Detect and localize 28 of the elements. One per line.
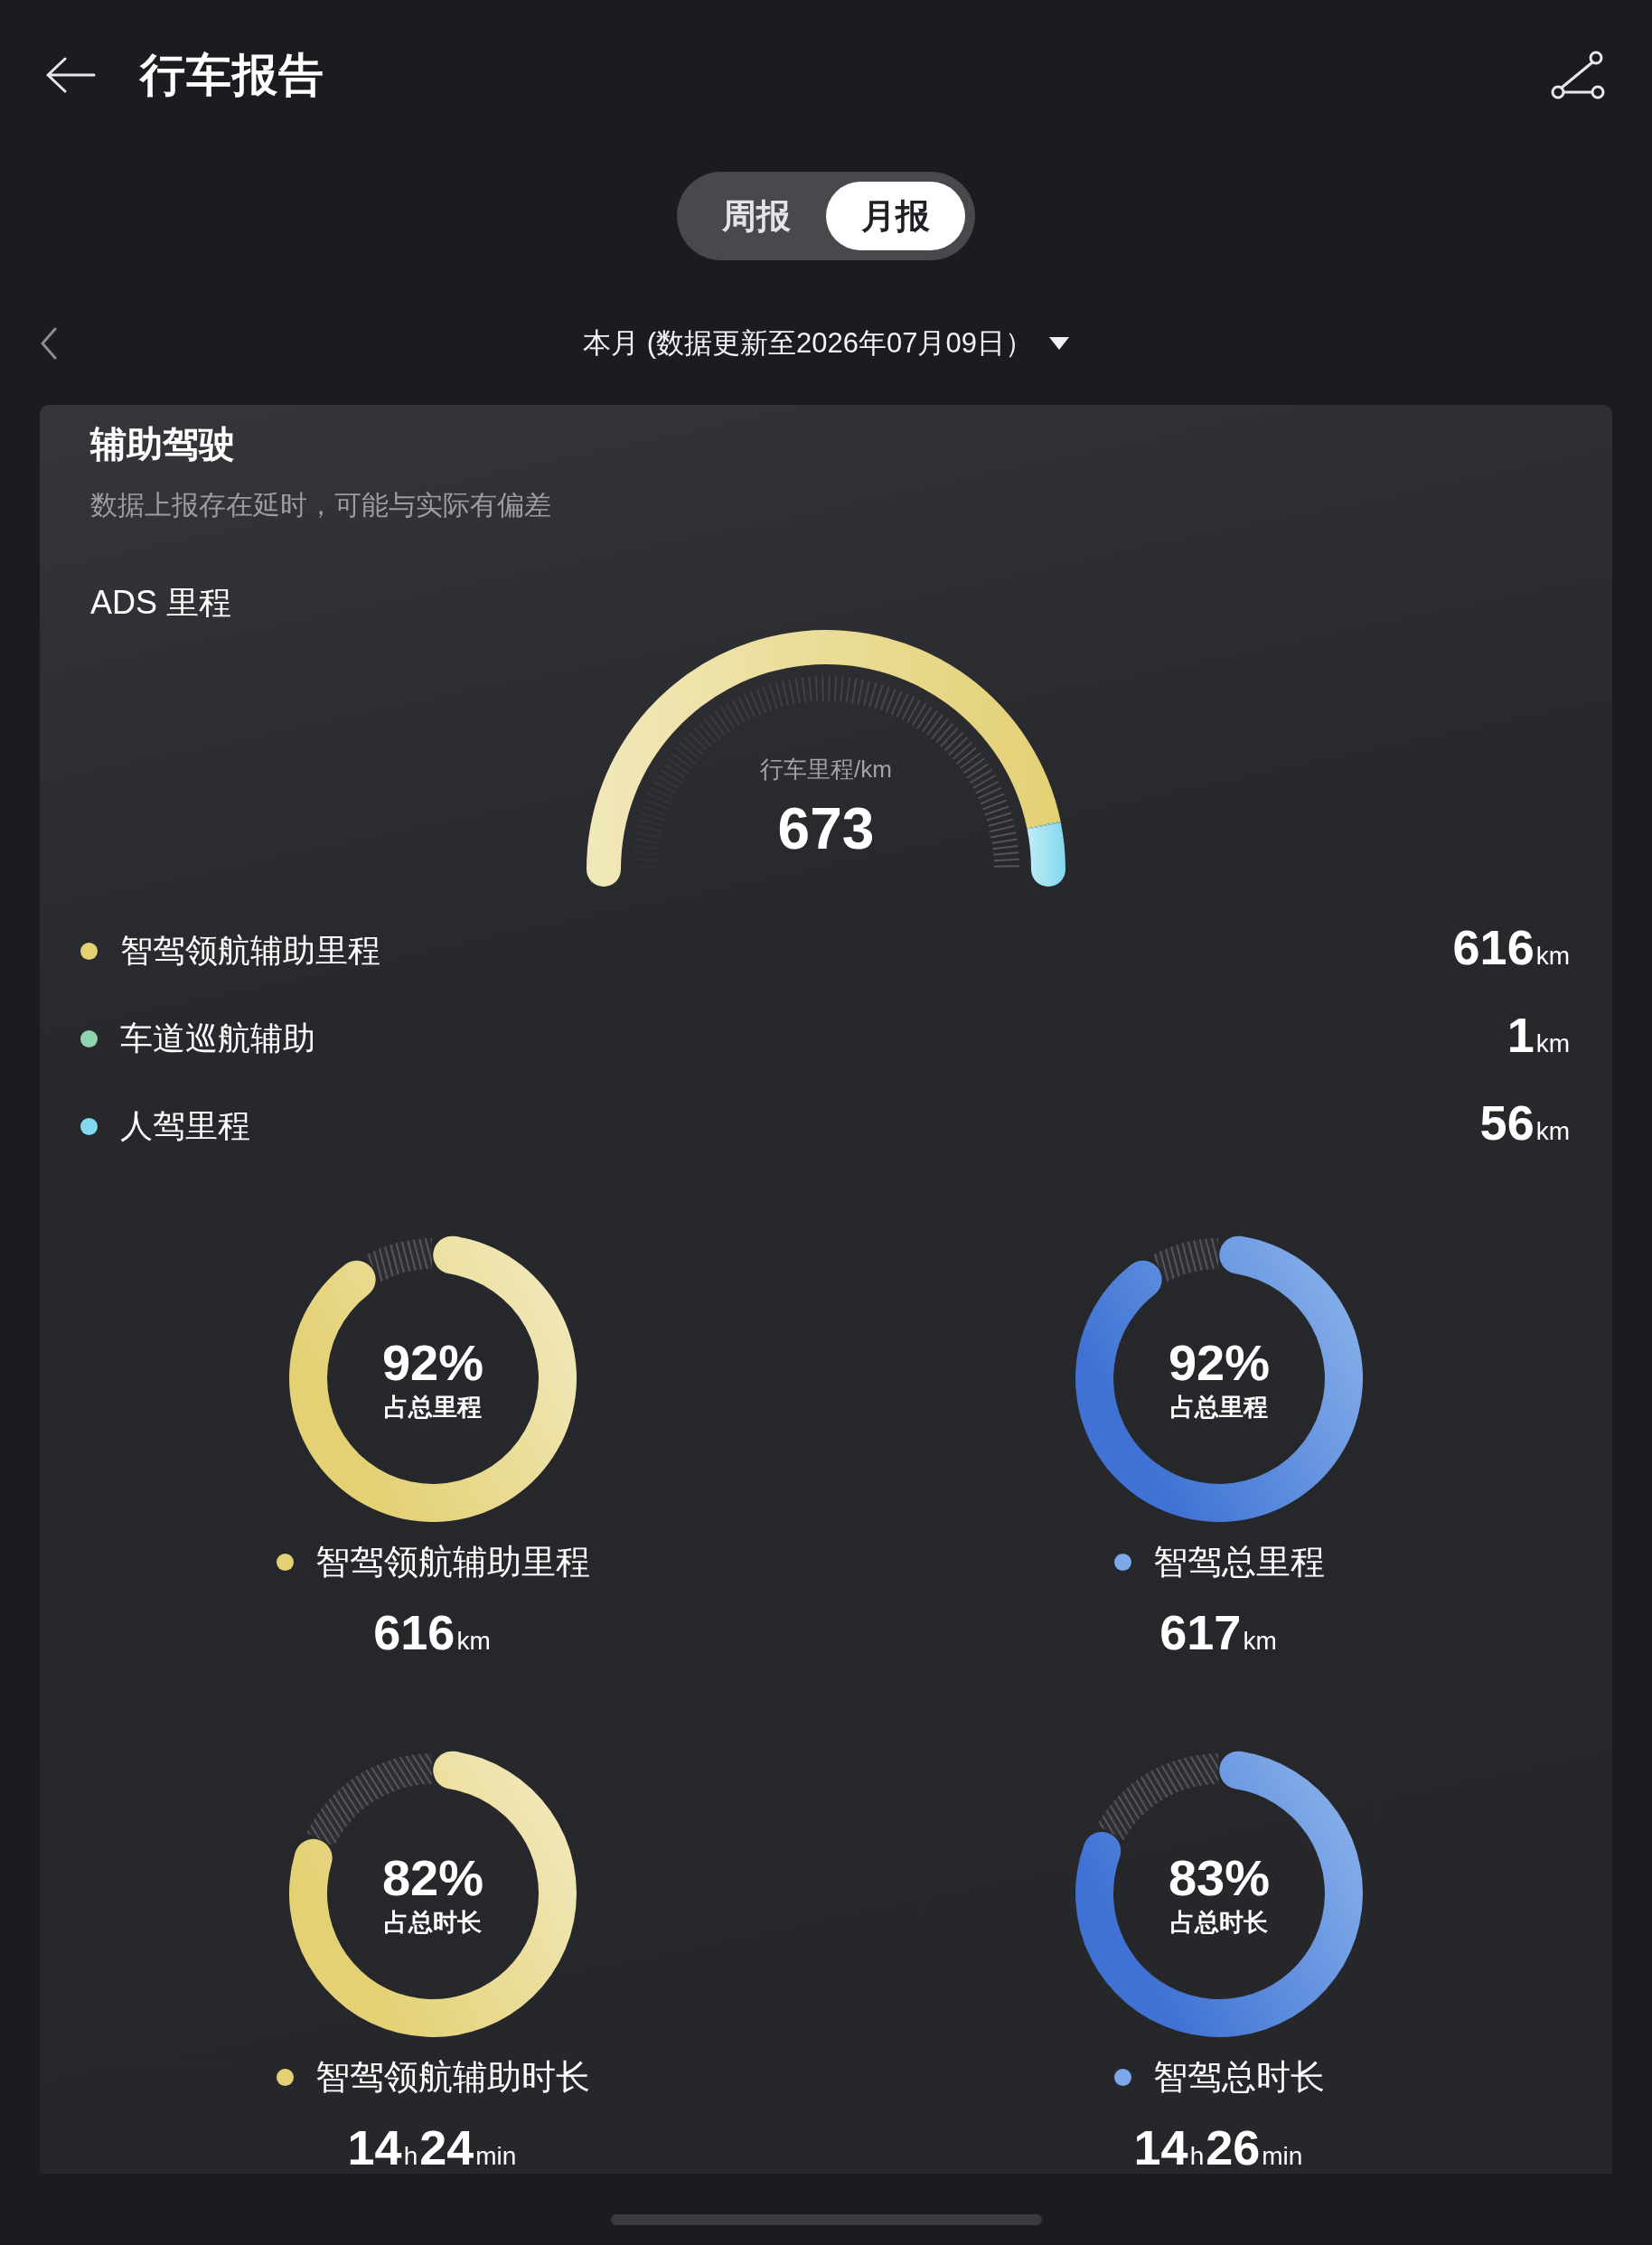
period-tab[interactable]: 周报 [687, 182, 826, 250]
period-tab[interactable]: 月报 [826, 182, 965, 250]
back-arrow-icon[interactable] [45, 57, 96, 93]
caret-icon [1048, 337, 1069, 350]
ring-percent: 92% [1168, 1335, 1271, 1391]
page-title: 行车报告 [140, 49, 324, 102]
ring-caption: 占总里程 [384, 1393, 482, 1423]
ring-percent: 92% [381, 1335, 484, 1391]
connected-nodes-icon[interactable] [1551, 51, 1605, 99]
ring-percent: 82% [381, 1850, 484, 1906]
card-title: 辅助驾驶 [90, 423, 235, 465]
ring-caption: 占总时长 [1170, 1908, 1268, 1938]
legend-label: 车道巡航辅助 [120, 1019, 315, 1058]
gauge-total: 673 [777, 797, 875, 860]
gauge-caption: 行车里程/km [760, 755, 892, 784]
legend-label: 智驾领航辅助里程 [120, 931, 380, 971]
card-subtitle: 数据上报存在延时，可能与实际有偏差 [90, 489, 551, 521]
date-range-dropdown[interactable]: 本月 (数据更新至2026年07月09日） [583, 324, 1069, 362]
ring-label: 智驾总时长 [1152, 2057, 1325, 2098]
section-title: ADS 里程 [90, 583, 232, 623]
ring-percent: 83% [1168, 1850, 1271, 1906]
legend-label: 人驾里程 [120, 1106, 250, 1146]
chevron-left-icon[interactable] [40, 327, 58, 360]
ring-label: 智驾领航辅助时长 [314, 2057, 590, 2098]
ring-label: 智驾总里程 [1152, 1542, 1325, 1583]
ring-label: 智驾领航辅助里程 [314, 1542, 590, 1583]
ring-caption: 占总里程 [1170, 1393, 1268, 1423]
ring-caption: 占总时长 [384, 1908, 482, 1938]
